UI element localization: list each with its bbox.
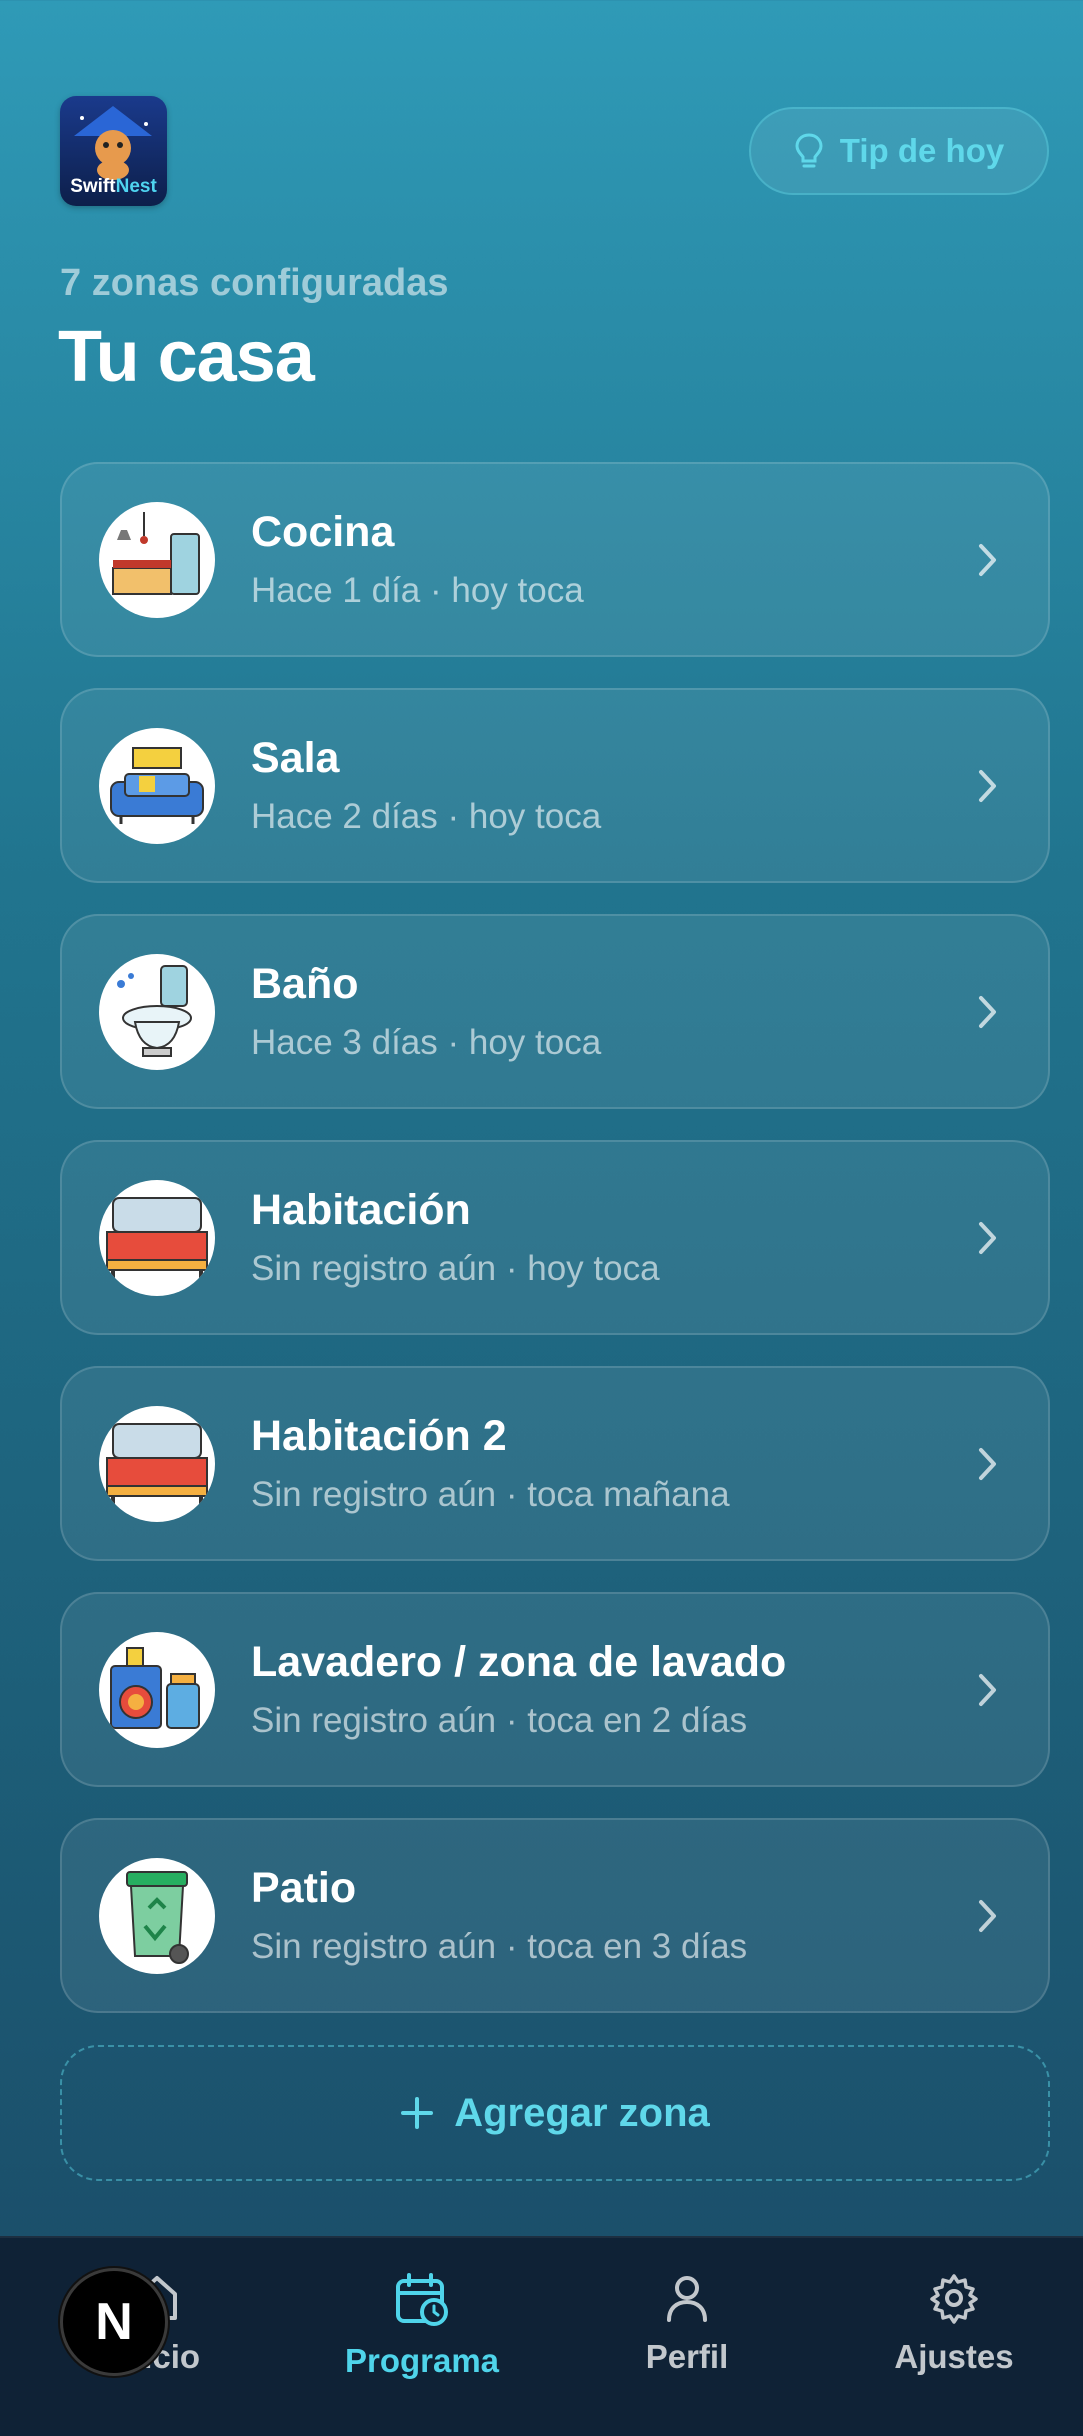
kitchen-icon bbox=[99, 501, 215, 618]
zone-card-bano[interactable]: Baño Hace 3 días · hoy toca bbox=[60, 914, 1050, 1109]
zone-card-lavadero[interactable]: Lavadero / zona de lavado Sin registro a… bbox=[60, 1592, 1050, 1787]
zone-status: Sin registro aún · toca en 3 días bbox=[251, 1927, 748, 1966]
zone-status: Hace 1 día · hoy toca bbox=[251, 571, 584, 610]
add-zone-button[interactable]: Agregar zona bbox=[60, 2045, 1050, 2181]
bed-icon bbox=[99, 1405, 215, 1522]
nav-item-programa[interactable]: Programa bbox=[312, 2238, 532, 2436]
zone-name: Baño bbox=[251, 960, 359, 1008]
gear-icon bbox=[930, 2274, 978, 2324]
nav-label: Programa bbox=[344, 2342, 500, 2379]
chevron-right-icon bbox=[979, 1221, 996, 1254]
app-logo: SwiftNest bbox=[60, 96, 167, 206]
zone-name: Patio bbox=[251, 1864, 357, 1912]
toilet-icon bbox=[99, 953, 215, 1070]
floating-n-badge[interactable]: N bbox=[60, 2268, 168, 2376]
chevron-right-icon bbox=[979, 1673, 996, 1706]
page-title: Tu casa bbox=[58, 317, 315, 397]
logo-wordmark: SwiftNest bbox=[70, 176, 157, 197]
zone-status: Sin registro aún · hoy toca bbox=[251, 1249, 660, 1288]
chevron-right-icon bbox=[979, 995, 996, 1028]
chevron-right-icon bbox=[979, 1899, 996, 1932]
zone-status: Hace 3 días · hoy toca bbox=[251, 1023, 602, 1062]
chevron-right-icon bbox=[979, 1447, 996, 1480]
bed-icon bbox=[99, 1179, 215, 1296]
zone-name: Sala bbox=[251, 734, 340, 782]
zone-card-sala[interactable]: Sala Hace 2 días · hoy toca bbox=[60, 688, 1050, 883]
chevron-right-icon bbox=[979, 769, 996, 802]
plus-icon bbox=[401, 2097, 434, 2129]
washing-machine-icon bbox=[99, 1631, 215, 1748]
nav-item-ajustes[interactable]: Ajustes bbox=[844, 2238, 1064, 2436]
calendar-clock-icon bbox=[396, 2273, 448, 2326]
zone-card-habitacion-2[interactable]: Habitación 2 Sin registro aún · toca mañ… bbox=[60, 1366, 1050, 1561]
zone-name: Cocina bbox=[251, 508, 395, 556]
zone-card-habitacion[interactable]: Habitación Sin registro aún · hoy toca bbox=[60, 1140, 1050, 1335]
zone-list: Cocina Hace 1 día · hoy toca Sala Hace 2… bbox=[60, 462, 1050, 2044]
trash-bin-icon bbox=[99, 1857, 215, 1974]
zone-card-cocina[interactable]: Cocina Hace 1 día · hoy toca bbox=[60, 462, 1050, 657]
add-zone-label: Agregar zona bbox=[454, 2090, 710, 2135]
zone-status: Sin registro aún · toca mañana bbox=[251, 1475, 730, 1514]
user-icon bbox=[667, 2276, 707, 2322]
tip-of-the-day-button[interactable]: Tip de hoy bbox=[749, 107, 1049, 195]
lightbulb-icon bbox=[795, 133, 823, 168]
zone-name: Habitación 2 bbox=[251, 1412, 507, 1460]
nav-label: Perfil bbox=[645, 2338, 729, 2375]
zone-card-patio[interactable]: Patio Sin registro aún · toca en 3 días bbox=[60, 1818, 1050, 2013]
nav-item-perfil[interactable]: Perfil bbox=[577, 2238, 797, 2436]
tip-label: Tip de hoy bbox=[839, 132, 1005, 169]
zone-name: Lavadero / zona de lavado bbox=[251, 1638, 787, 1686]
chevron-right-icon bbox=[979, 543, 996, 576]
zone-status: Sin registro aún · toca en 2 días bbox=[251, 1701, 748, 1740]
zone-name: Habitación bbox=[251, 1186, 471, 1234]
sofa-icon bbox=[99, 727, 215, 844]
zone-status: Hace 2 días · hoy toca bbox=[251, 797, 602, 836]
nav-label: Ajustes bbox=[894, 2338, 1014, 2375]
zones-count-subtitle: 7 zonas configuradas bbox=[60, 262, 449, 304]
